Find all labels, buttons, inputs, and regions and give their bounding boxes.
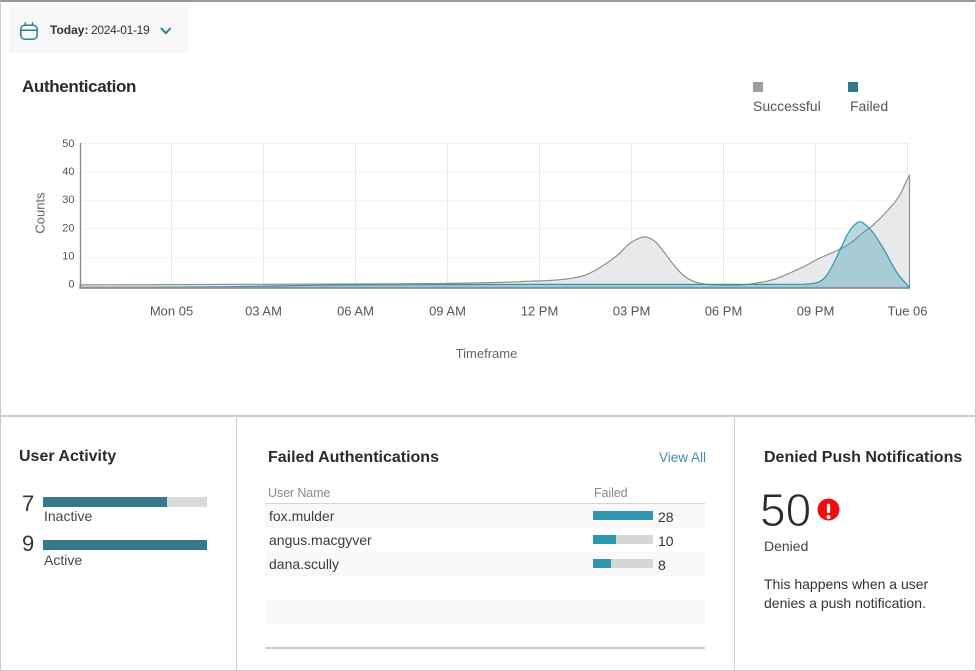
svg-text:30: 30 xyxy=(62,194,74,206)
svg-text:10: 10 xyxy=(62,250,74,262)
svg-text:06 PM: 06 PM xyxy=(705,303,743,318)
svg-text:Mon 05: Mon 05 xyxy=(150,303,193,318)
svg-text:Counts: Counts xyxy=(33,192,48,234)
svg-text:06 AM: 06 AM xyxy=(337,303,374,318)
svg-text:0: 0 xyxy=(68,279,74,291)
svg-text:50: 50 xyxy=(62,138,74,150)
svg-text:12 PM: 12 PM xyxy=(521,303,559,318)
svg-text:03 PM: 03 PM xyxy=(613,303,651,318)
svg-text:40: 40 xyxy=(62,166,74,178)
svg-text:09 AM: 09 AM xyxy=(429,303,466,318)
svg-text:Tue 06: Tue 06 xyxy=(888,303,928,318)
svg-text:03 AM: 03 AM xyxy=(245,303,282,318)
svg-text:20: 20 xyxy=(62,222,74,234)
svg-text:09 PM: 09 PM xyxy=(797,303,835,318)
svg-text:Timeframe: Timeframe xyxy=(456,346,518,361)
